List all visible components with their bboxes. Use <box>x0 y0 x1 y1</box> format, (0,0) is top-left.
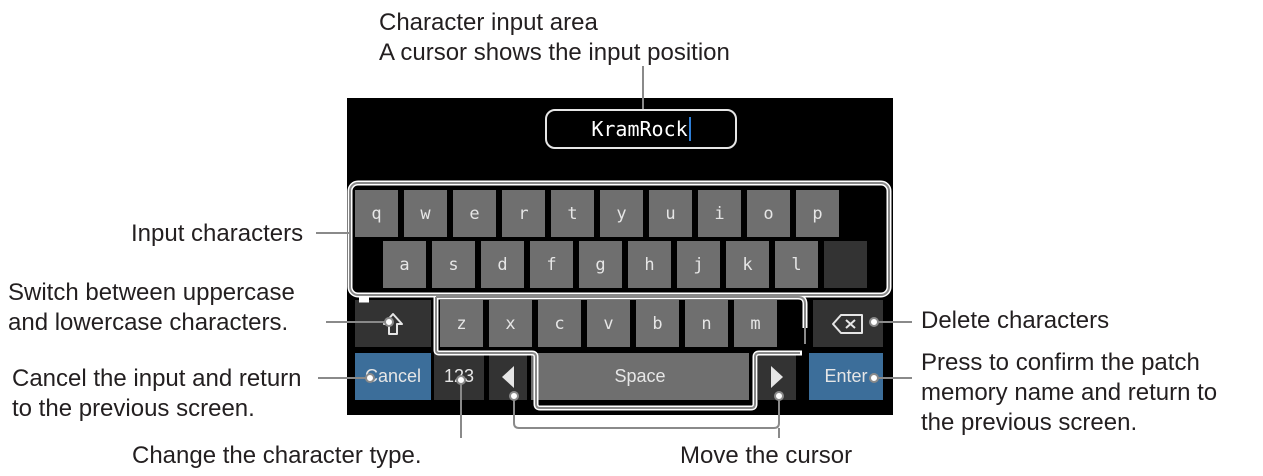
leader-lines <box>316 66 912 438</box>
